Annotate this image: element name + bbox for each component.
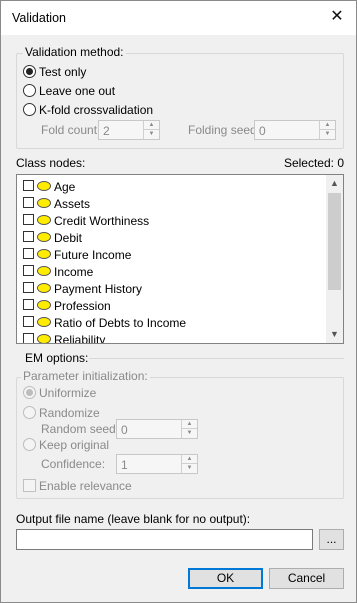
node-icon	[37, 300, 51, 310]
test-only-label[interactable]: Test only	[39, 65, 86, 79]
spin-down-icon[interactable]: ▼	[182, 429, 197, 438]
fold-count-stepper[interactable]: 2 ▲ ▼	[98, 120, 160, 140]
spin-down-icon[interactable]: ▼	[144, 130, 159, 139]
checkbox[interactable]	[23, 333, 34, 343]
k-fold-label[interactable]: K-fold crossvalidation	[39, 103, 153, 117]
output-file-label: Output file name (leave blank for no out…	[16, 512, 251, 526]
spin-up-icon[interactable]: ▲	[182, 420, 197, 429]
list-item[interactable]: Payment History	[17, 280, 327, 297]
randomize-label[interactable]: Randomize	[39, 406, 100, 420]
list-item[interactable]: Credit Worthiness	[17, 212, 327, 229]
spin-down-icon[interactable]: ▼	[320, 130, 335, 139]
spin-up-icon[interactable]: ▲	[144, 121, 159, 130]
list-item[interactable]: Ratio of Debts to Income	[17, 314, 327, 331]
list-item[interactable]: Assets	[17, 195, 327, 212]
checkbox[interactable]	[23, 316, 34, 327]
parameter-init-legend: Parameter initialization:	[21, 369, 150, 383]
node-icon	[37, 181, 51, 191]
em-options-legend: EM options:	[25, 351, 89, 365]
folding-seed-stepper[interactable]: 0 ▲ ▼	[254, 120, 336, 140]
validation-dialog: Validation ✕ Validation method: Test onl…	[0, 0, 357, 603]
node-icon	[37, 334, 51, 343]
list-scrollbar[interactable]: ▲ ▼	[326, 175, 343, 343]
spin-up-icon[interactable]: ▲	[182, 455, 197, 464]
node-icon	[37, 317, 51, 327]
checkbox[interactable]	[23, 197, 34, 208]
checkbox[interactable]	[23, 231, 34, 242]
node-icon	[37, 249, 51, 259]
node-icon	[37, 232, 51, 242]
class-nodes-label: Class nodes:	[16, 156, 86, 170]
list-item[interactable]: Age	[17, 178, 327, 195]
random-seed-label: Random seed:	[41, 422, 120, 436]
output-file-input[interactable]	[16, 529, 313, 550]
spin-down-icon[interactable]: ▼	[182, 464, 197, 473]
checkbox[interactable]	[23, 282, 34, 293]
random-seed-value: 0	[121, 423, 128, 437]
class-nodes-list[interactable]: Age Assets Credit Worthiness Debit Futur…	[16, 174, 344, 344]
spin-up-icon[interactable]: ▲	[320, 121, 335, 130]
leave-one-out-radio[interactable]	[23, 84, 36, 97]
fold-count-label: Fold count:	[41, 123, 101, 137]
selected-count: Selected: 0	[283, 156, 344, 170]
title-bar: Validation ✕	[1, 1, 356, 35]
em-options-separator	[89, 358, 344, 359]
leave-one-out-label[interactable]: Leave one out	[39, 84, 115, 98]
confidence-stepper[interactable]: 1 ▲ ▼	[116, 454, 198, 474]
uniformize-label[interactable]: Uniformize	[39, 386, 96, 400]
keep-original-label[interactable]: Keep original	[39, 438, 109, 452]
k-fold-radio[interactable]	[23, 103, 36, 116]
list-item[interactable]: Profession	[17, 297, 327, 314]
checkbox[interactable]	[23, 265, 34, 276]
node-icon	[37, 198, 51, 208]
fold-count-value: 2	[103, 124, 110, 138]
cancel-button[interactable]: Cancel	[269, 568, 344, 589]
randomize-radio[interactable]	[23, 406, 36, 419]
close-icon[interactable]: ✕	[322, 3, 352, 31]
uniformize-radio[interactable]	[23, 386, 36, 399]
keep-original-radio[interactable]	[23, 438, 36, 451]
list-item[interactable]: Future Income	[17, 246, 327, 263]
dialog-title: Validation	[12, 11, 66, 25]
folding-seed-value: 0	[259, 124, 266, 138]
validation-method-legend: Validation method:	[23, 45, 126, 59]
checkbox[interactable]	[23, 248, 34, 259]
checkbox[interactable]	[23, 214, 34, 225]
node-icon	[37, 283, 51, 293]
checkbox[interactable]	[23, 180, 34, 191]
scroll-down-icon[interactable]: ▼	[326, 326, 343, 343]
browse-button[interactable]: ...	[319, 529, 344, 550]
scroll-up-icon[interactable]: ▲	[326, 175, 343, 192]
random-seed-stepper[interactable]: 0 ▲ ▼	[116, 419, 198, 439]
checkbox[interactable]	[23, 299, 34, 310]
node-icon	[37, 266, 51, 276]
enable-relevance-checkbox[interactable]	[23, 479, 36, 492]
ok-button[interactable]: OK	[188, 568, 263, 589]
scroll-thumb[interactable]	[328, 193, 341, 290]
confidence-value: 1	[121, 458, 128, 472]
list-item[interactable]: Debit	[17, 229, 327, 246]
node-icon	[37, 215, 51, 225]
list-item[interactable]: Income	[17, 263, 327, 280]
test-only-radio[interactable]	[23, 65, 36, 78]
enable-relevance-label[interactable]: Enable relevance	[39, 479, 132, 493]
folding-seed-label: Folding seed:	[188, 123, 261, 137]
list-item[interactable]: Reliability	[17, 331, 327, 343]
confidence-label: Confidence:	[41, 457, 106, 471]
